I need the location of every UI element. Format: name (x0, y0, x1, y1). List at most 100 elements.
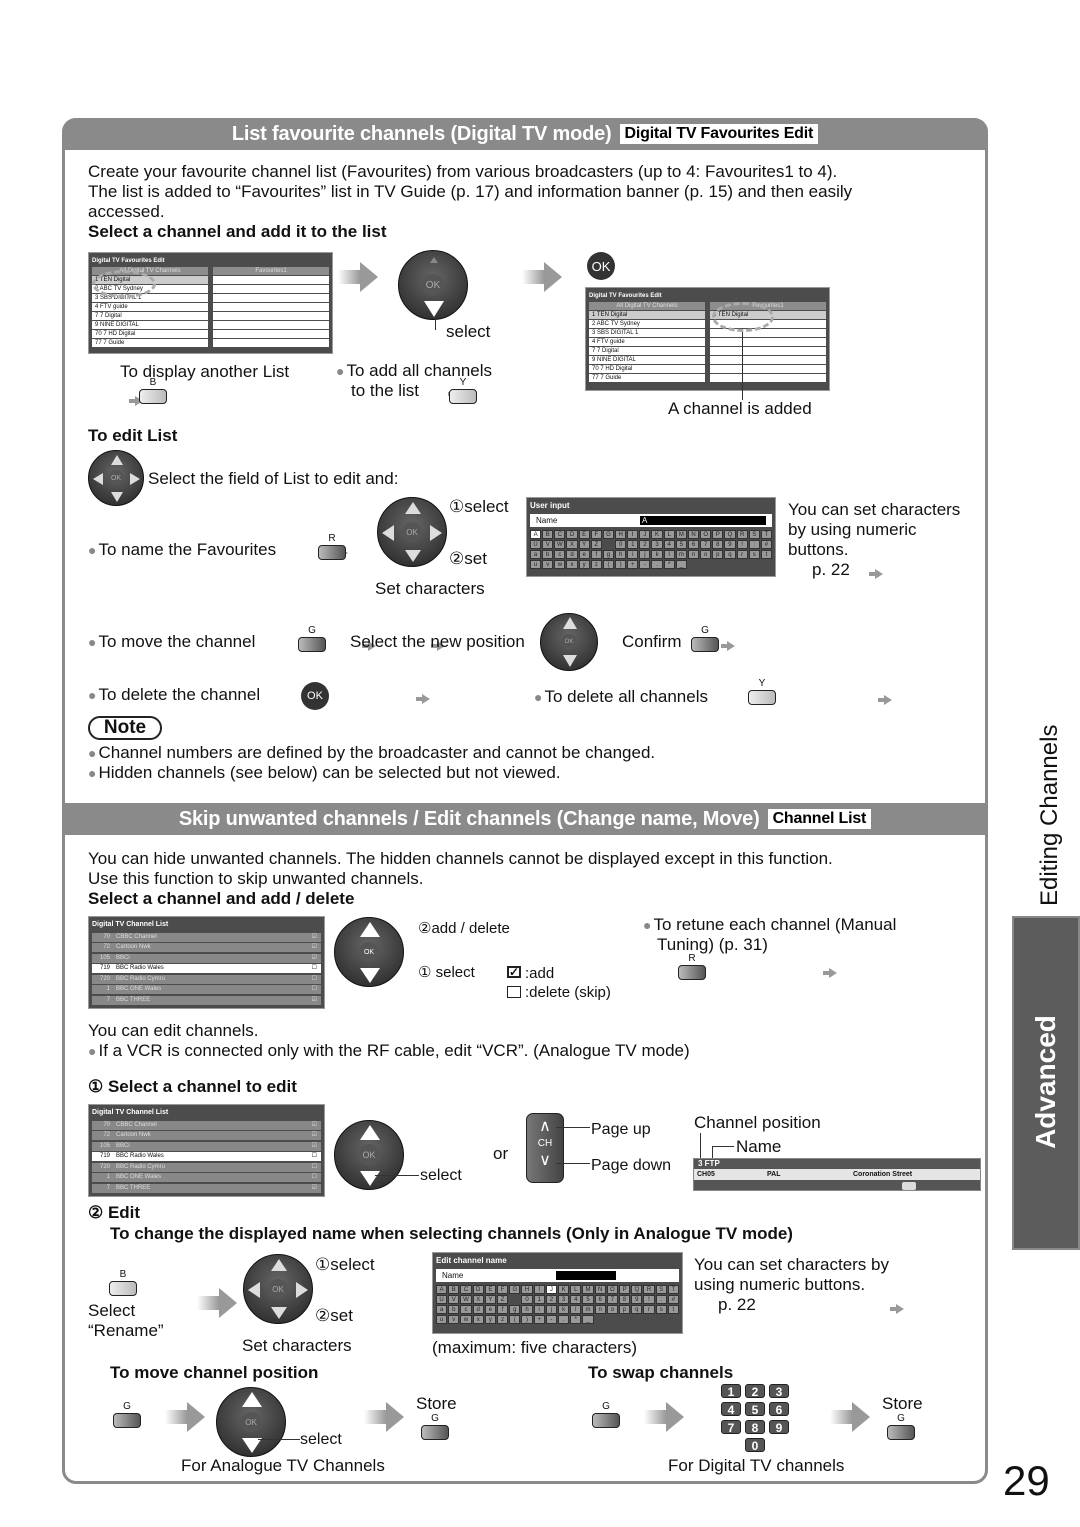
channel-row[interactable]: 72 Cartoon Nwk ☑ (92, 1131, 321, 1140)
key[interactable]: - (545, 1315, 557, 1324)
red-button[interactable]: R (677, 954, 707, 980)
key[interactable]: h (615, 550, 627, 559)
blue-button[interactable]: B (108, 1270, 138, 1296)
key[interactable]: u (436, 1315, 448, 1324)
key[interactable]: . (651, 560, 663, 569)
key[interactable]: 2 (639, 540, 651, 549)
key[interactable]: B (542, 530, 554, 539)
key[interactable] (603, 540, 614, 549)
table-cell[interactable]: 9 NINE DIGITAL (92, 321, 208, 329)
table-cell[interactable]: 9 NINE DIGITAL (589, 356, 705, 364)
key[interactable]: m (582, 1305, 594, 1314)
checkbox-checked-icon[interactable]: ☑ (312, 943, 317, 952)
key[interactable]: 8 (712, 540, 724, 549)
key[interactable]: w (460, 1315, 472, 1324)
number-key[interactable]: 2 (745, 1384, 765, 1399)
key[interactable]: o (700, 550, 712, 559)
key[interactable]: t (667, 1305, 679, 1314)
key[interactable]: g (509, 1305, 521, 1314)
key[interactable]: 4 (570, 1295, 582, 1304)
checkbox-checked-icon[interactable]: ☑ (312, 1184, 317, 1193)
key[interactable]: G (509, 1285, 521, 1294)
number-key[interactable]: 0 (745, 1438, 765, 1453)
key[interactable]: i (533, 1305, 545, 1314)
key[interactable]: b (448, 1305, 460, 1314)
channel-row[interactable]: 70 CBBC Channel ☑ (92, 1120, 321, 1130)
table-cell[interactable]: 70 7 HD Digital (92, 330, 208, 338)
table-cell[interactable] (213, 276, 329, 284)
number-key[interactable]: 3 (769, 1384, 789, 1399)
key[interactable]: X (472, 1295, 484, 1304)
key[interactable]: s (748, 550, 760, 559)
dpad-icon[interactable]: OK (334, 1120, 404, 1190)
key[interactable]: H (521, 1285, 533, 1294)
key[interactable]: Y (484, 1295, 496, 1304)
channel-row[interactable]: 720 BBC Radio Cymru ☐ (92, 974, 321, 984)
key[interactable]: q (724, 550, 736, 559)
key[interactable]: O (700, 530, 712, 539)
key[interactable]: v (448, 1315, 460, 1324)
key[interactable]: n (594, 1305, 606, 1314)
key[interactable]: F (496, 1285, 509, 1294)
key[interactable]: q (631, 1305, 643, 1314)
table-cell[interactable]: 3 SBS DIGITAL 1 (589, 329, 705, 337)
table-cell[interactable] (213, 294, 329, 302)
checkbox-empty-icon[interactable]: ☐ (312, 964, 317, 973)
checkbox-checked-icon[interactable]: ☑ (312, 933, 317, 942)
key[interactable]: K (651, 530, 663, 539)
key[interactable]: h (521, 1305, 533, 1314)
key[interactable]: d (566, 550, 578, 559)
key[interactable]: C (554, 530, 566, 539)
green-button[interactable]: G (297, 626, 327, 652)
channel-button[interactable]: ∧ CH ∨ (526, 1113, 564, 1183)
key[interactable]: O (606, 1285, 618, 1294)
key[interactable]: T (667, 1285, 679, 1294)
checkbox-empty-icon[interactable]: ☐ (312, 1163, 317, 1172)
channel-row[interactable]: 7 BBC THREE ☑ (92, 1183, 321, 1193)
table-cell[interactable] (710, 338, 826, 346)
key[interactable]: 6 (687, 540, 700, 549)
key[interactable]: ) (615, 560, 627, 569)
key[interactable]: D (472, 1285, 484, 1294)
green-button[interactable]: G (886, 1414, 916, 1440)
yellow-button[interactable]: Y (747, 679, 777, 705)
table-cell[interactable]: 1 TEN Digital (589, 311, 705, 319)
key[interactable]: j (545, 1305, 557, 1314)
channel-row[interactable]: 70 CBBC Channel ☑ (92, 932, 321, 942)
number-key[interactable]: 9 (769, 1420, 789, 1435)
green-button[interactable]: G (420, 1414, 450, 1440)
table-cell[interactable] (710, 347, 826, 355)
ok-button[interactable]: OK (301, 682, 329, 710)
dpad-icon[interactable]: OK (540, 613, 598, 671)
key[interactable]: Y (578, 540, 590, 549)
key[interactable]: o (606, 1305, 618, 1314)
key[interactable]: A (530, 530, 542, 539)
key[interactable]: C (460, 1285, 472, 1294)
key[interactable]: 6 (594, 1295, 606, 1304)
checkbox-checked-icon[interactable]: ☑ (312, 1121, 317, 1130)
table-cell[interactable]: 7 7 Digital (589, 347, 705, 355)
key[interactable]: * (663, 560, 675, 569)
key[interactable]: D (566, 530, 578, 539)
key[interactable]: 1 (627, 540, 639, 549)
key[interactable]: ( (509, 1315, 521, 1324)
key[interactable]: z (590, 560, 602, 569)
key[interactable]: 2 (545, 1295, 557, 1304)
dpad-icon[interactable]: OK (398, 250, 468, 320)
key[interactable]: T (760, 530, 772, 539)
dpad-icon[interactable]: OK (88, 450, 144, 506)
key[interactable]: 3 (557, 1295, 570, 1304)
dpad-icon[interactable]: OK (216, 1387, 286, 1457)
key[interactable]: z (496, 1315, 509, 1324)
key[interactable]: 1 (533, 1295, 545, 1304)
key[interactable]: t (760, 550, 772, 559)
key[interactable]: e (578, 550, 590, 559)
channel-row[interactable]: 719 BBC Radio Wales ☐ (92, 964, 321, 973)
key[interactable]: G (602, 530, 615, 539)
table-cell[interactable] (710, 374, 826, 382)
key[interactable]: : (748, 540, 760, 549)
key[interactable]: + (533, 1315, 545, 1324)
number-key[interactable]: 7 (721, 1420, 741, 1435)
key[interactable]: p (712, 550, 724, 559)
key[interactable]: 5 (675, 540, 687, 549)
